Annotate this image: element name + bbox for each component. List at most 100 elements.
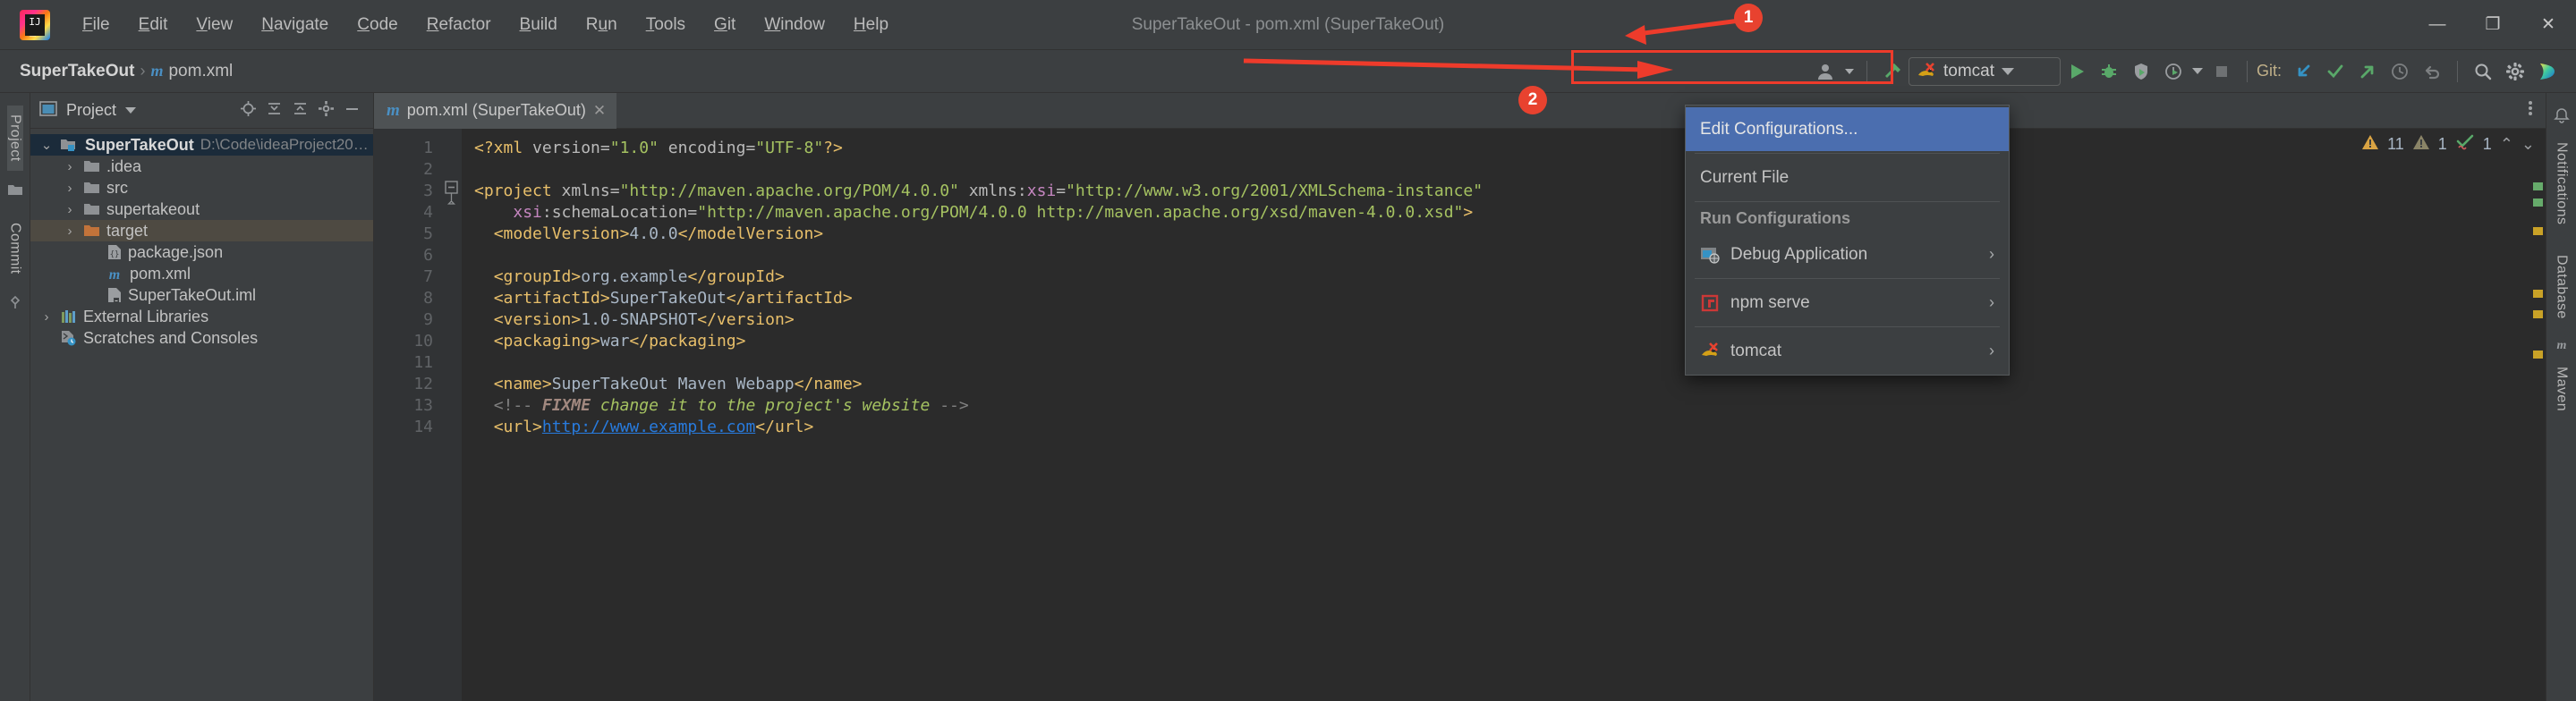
git-push-icon[interactable] <box>2351 55 2384 88</box>
undo-icon[interactable] <box>2416 55 2448 88</box>
menu-build[interactable]: Build <box>506 10 572 40</box>
run-icon[interactable] <box>2061 55 2093 88</box>
settings-gear-icon[interactable] <box>2499 55 2531 88</box>
account-icon[interactable] <box>1809 55 1841 88</box>
menu-git[interactable]: Git <box>700 10 750 40</box>
coverage-icon[interactable] <box>2125 55 2157 88</box>
menu-item-edit-configurations[interactable]: Edit Configurations... <box>1686 107 2009 151</box>
settings-gear-icon[interactable] <box>318 100 335 122</box>
menu-item-debug-application[interactable]: Debug Application › <box>1686 232 2009 276</box>
expand-chevron-icon[interactable]: ⌄ <box>39 137 54 153</box>
line-number: 3 <box>423 182 433 200</box>
tool-window-notifications[interactable]: Notifications <box>2554 133 2570 233</box>
breadcrumb-file[interactable]: pom.xml <box>168 62 233 81</box>
build-hammer-icon[interactable] <box>1876 55 1909 88</box>
menu-navigate[interactable]: Navigate <box>247 10 343 40</box>
profiler-icon[interactable] <box>2157 55 2189 88</box>
run-configurations-dropdown[interactable]: Edit Configurations... Current File Run … <box>1685 105 2010 376</box>
code-fold-gutter[interactable] <box>442 129 462 701</box>
minimize-button[interactable]: — <box>2410 0 2465 50</box>
account-dropdown-icon[interactable] <box>1841 55 1858 88</box>
warning-icon <box>2361 134 2379 155</box>
tree-item-supertakeout[interactable]: ⌄ SuperTakeOut D:\Code\ideaProject2021\Sup… <box>30 134 373 156</box>
tree-item-external-libraries[interactable]: › External Libraries <box>30 306 373 327</box>
chevron-down-icon[interactable] <box>2002 67 2015 75</box>
expand-chevron-icon[interactable]: › <box>63 159 77 174</box>
menu-help[interactable]: Help <box>839 10 903 40</box>
tool-window-maven[interactable]: Maven <box>2554 358 2570 420</box>
tree-item-label: pom.xml <box>130 264 191 283</box>
breadcrumb-project[interactable]: SuperTakeOut <box>20 62 134 81</box>
expand-chevron-icon[interactable]: › <box>63 224 77 239</box>
tree-item-supertakeout[interactable]: › supertakeout <box>30 198 373 220</box>
menu-item-label: Current File <box>1700 167 1790 187</box>
code-line: <name>SuperTakeOut Maven Webapp</name> <box>493 375 863 393</box>
tree-item--idea[interactable]: › .idea <box>30 156 373 177</box>
sidebar-item-project[interactable]: Project <box>6 106 23 171</box>
tree-item-target[interactable]: › target <box>30 220 373 241</box>
history-icon[interactable] <box>2384 55 2416 88</box>
browser-icon <box>1700 245 1720 265</box>
menu-code[interactable]: Code <box>343 10 412 40</box>
tree-item-package-json[interactable]: {} package.json <box>30 241 373 263</box>
menu-refactor[interactable]: Refactor <box>412 10 506 40</box>
tree-item-pom-xml[interactable]: m pom.xml <box>30 263 373 284</box>
menu-window[interactable]: Window <box>750 10 839 40</box>
chevron-right-icon[interactable]: › <box>1989 342 1994 360</box>
code-editor[interactable]: 1 2 3 4 5 6 7 8 9 10 11 12 13 14 <?xml version="1.0" … <box>374 129 2546 701</box>
menu-item-tomcat[interactable]: tomcat › <box>1686 329 2009 373</box>
next-problem-icon[interactable]: ⌄ <box>2521 135 2535 154</box>
menu-edit[interactable]: Edit <box>124 10 183 40</box>
code-line: <!-- FIXME change it to the project's we… <box>493 396 969 415</box>
code-content[interactable]: <?xml version="1.0" encoding="UTF-8"?> <… <box>462 129 2528 701</box>
collapse-all-icon[interactable] <box>292 100 309 122</box>
stripe-mark <box>2533 350 2543 359</box>
tree-item-src[interactable]: › src <box>30 177 373 198</box>
error-stripe-gutter[interactable] <box>2528 129 2546 701</box>
hide-panel-icon[interactable] <box>344 100 361 122</box>
maven-file-icon: m <box>150 62 164 80</box>
main-toolbar: SuperTakeOut › m pom.xml tomcat Git: <box>0 50 2576 93</box>
menu-divider <box>1695 153 2000 154</box>
menu-view[interactable]: View <box>182 10 247 40</box>
project-tree[interactable]: ⌄ SuperTakeOut D:\Code\ideaProject2021\Sup… <box>30 129 373 349</box>
stripe-mark <box>2533 310 2543 318</box>
git-commit-icon[interactable] <box>2319 55 2351 88</box>
notifications-bell-icon[interactable] <box>2553 107 2570 128</box>
close-icon[interactable]: ✕ <box>593 102 606 120</box>
menu-tools[interactable]: Tools <box>632 10 700 40</box>
profiler-dropdown-icon[interactable] <box>2189 55 2206 88</box>
libraries-icon <box>60 309 77 325</box>
close-button[interactable]: ✕ <box>2521 0 2576 50</box>
maximize-button[interactable]: ❐ <box>2465 0 2521 50</box>
locate-file-icon[interactable] <box>240 100 257 122</box>
menu-item-npm-serve[interactable]: npm serve › <box>1686 281 2009 325</box>
menu-item-label: npm serve <box>1730 292 1810 312</box>
git-update-icon[interactable] <box>2287 55 2319 88</box>
more-options-icon[interactable] <box>2528 98 2533 122</box>
sidebar-item-commit[interactable]: Commit <box>7 214 23 283</box>
expand-all-icon[interactable] <box>266 100 283 122</box>
tree-item-scratches-and-consoles[interactable]: Scratches and Consoles <box>30 327 373 349</box>
inspection-status-bar[interactable]: 11 1 1 ⌃ ⌄ <box>2361 129 2546 159</box>
editor-tab-pom-xml[interactable]: m pom.xml (SuperTakeOut) ✕ <box>374 92 617 129</box>
editor-column: m pom.xml (SuperTakeOut) ✕ 1 2 3 4 5 6 7 8 9 10 11… <box>374 92 2546 701</box>
chevron-right-icon[interactable]: › <box>1989 293 1994 312</box>
search-everywhere-icon[interactable] <box>2467 55 2499 88</box>
previous-problem-icon[interactable]: ⌃ <box>2500 135 2513 154</box>
menu-file[interactable]: File <box>68 10 124 40</box>
project-view-chevron-icon[interactable] <box>125 107 137 114</box>
expand-chevron-icon[interactable]: › <box>63 181 77 196</box>
run-configuration-selector[interactable]: tomcat <box>1908 56 2061 86</box>
menu-run[interactable]: Run <box>572 10 632 40</box>
expand-chevron-icon[interactable]: › <box>63 202 77 217</box>
stop-icon[interactable] <box>2206 55 2238 88</box>
tool-window-database[interactable]: Database <box>2554 246 2570 328</box>
menu-item-current-file[interactable]: Current File <box>1686 156 2009 199</box>
chevron-right-icon[interactable]: › <box>1989 245 1994 264</box>
svg-text:m: m <box>2556 339 2566 351</box>
tree-item-supertakeout-iml[interactable]: SuperTakeOut.iml <box>30 284 373 306</box>
ide-services-icon[interactable] <box>2531 55 2563 88</box>
expand-chevron-icon[interactable]: › <box>39 309 54 325</box>
debug-icon[interactable] <box>2093 55 2125 88</box>
